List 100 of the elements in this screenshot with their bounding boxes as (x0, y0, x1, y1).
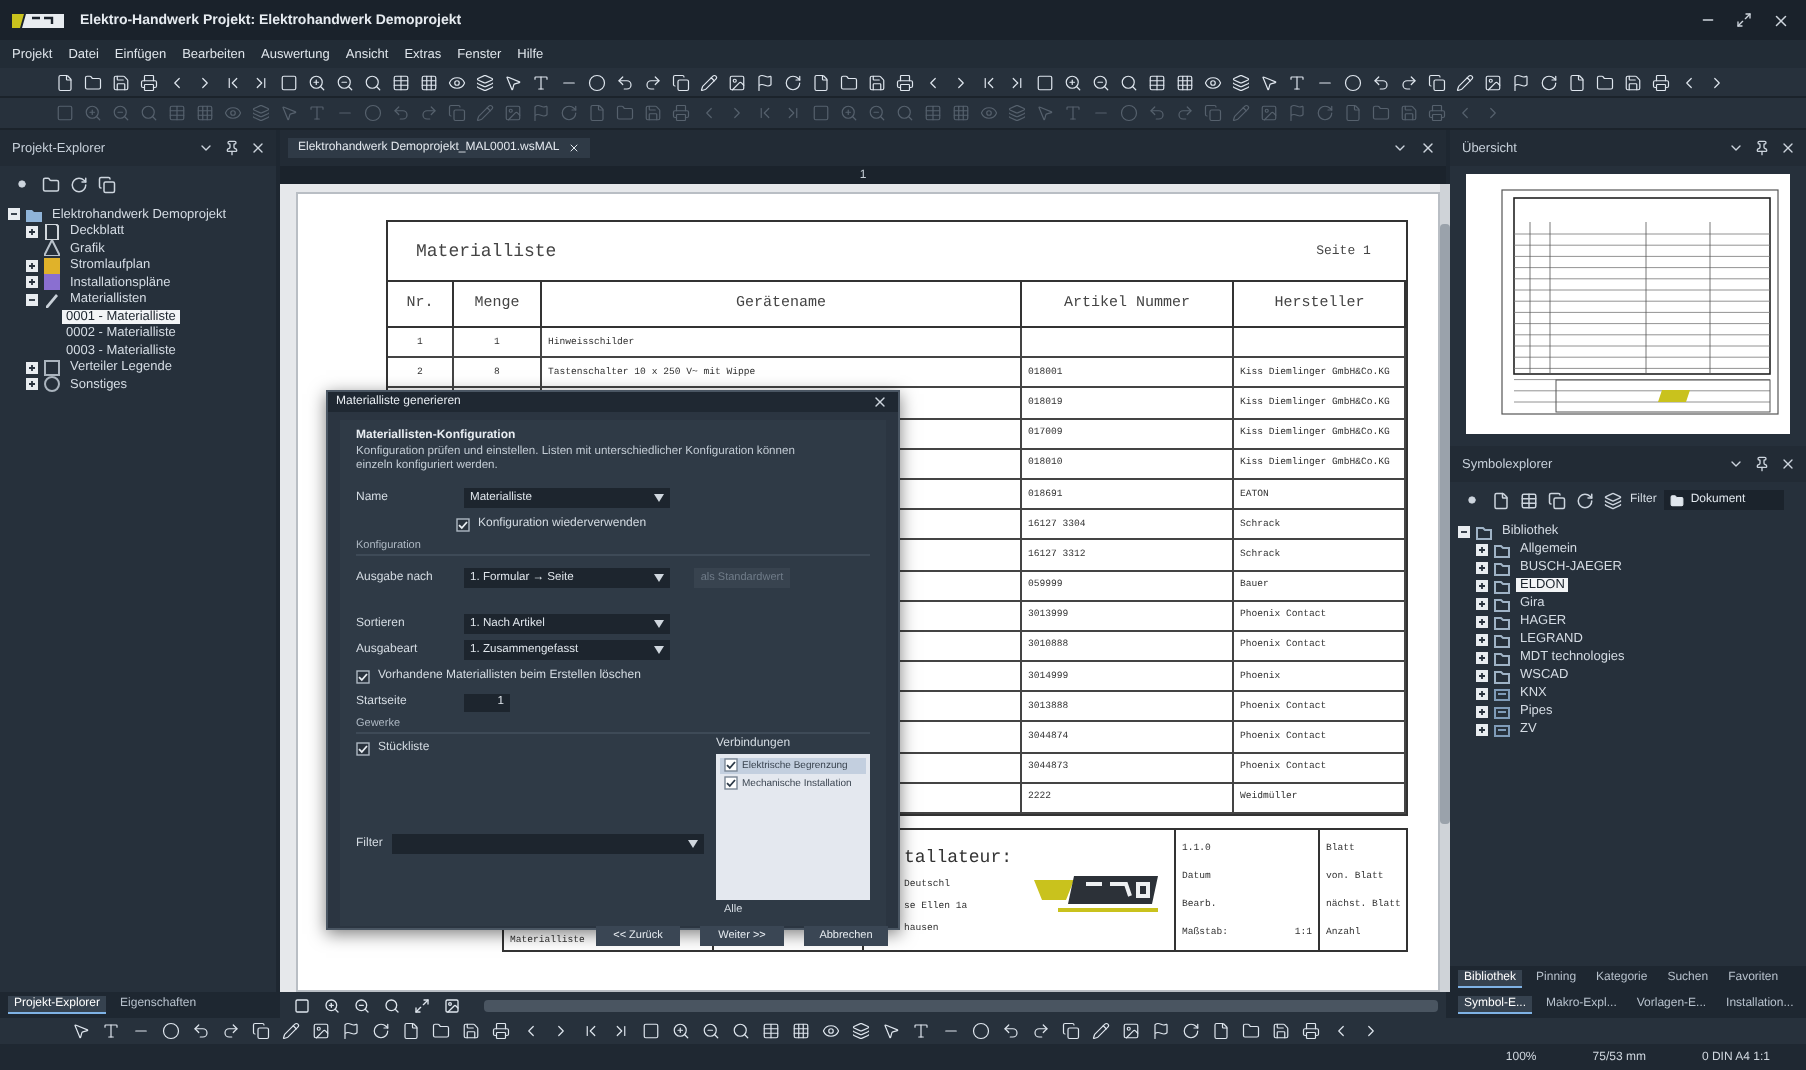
flag-icon[interactable] (752, 69, 778, 95)
file-icon[interactable] (1208, 1018, 1234, 1044)
close-icon[interactable] (1418, 138, 1438, 158)
dot-icon[interactable] (1462, 490, 1482, 510)
pin-icon[interactable] (1752, 454, 1772, 474)
close-icon[interactable] (1778, 454, 1798, 474)
copy-icon[interactable] (1424, 69, 1450, 95)
file-icon[interactable] (398, 1018, 424, 1044)
undo-icon[interactable] (188, 1018, 214, 1044)
printer-icon[interactable] (1298, 1018, 1324, 1044)
close-icon[interactable] (1770, 10, 1790, 30)
circle-icon[interactable] (968, 1018, 994, 1044)
expand-icon[interactable] (26, 259, 38, 272)
collapse-icon[interactable] (8, 208, 20, 221)
scrollbar[interactable] (1440, 184, 1451, 992)
expand-icon[interactable] (26, 361, 38, 374)
search-icon[interactable] (728, 1018, 754, 1044)
layers-icon[interactable] (1602, 490, 1622, 510)
printer-icon[interactable] (136, 69, 162, 95)
layers-icon[interactable] (848, 1018, 874, 1044)
expand-icon[interactable] (1476, 633, 1488, 645)
expand-icon[interactable] (1476, 669, 1488, 681)
circle-icon[interactable] (158, 1018, 184, 1044)
folder-icon[interactable] (1238, 1018, 1264, 1044)
checkbox[interactable] (456, 517, 470, 532)
folder-icon (1670, 493, 1685, 507)
undo-icon[interactable] (998, 1018, 1024, 1044)
printer-icon[interactable] (892, 69, 918, 95)
table-icon[interactable] (758, 1018, 784, 1044)
pencil-icon[interactable] (696, 69, 722, 95)
close-icon[interactable] (248, 138, 268, 158)
text-icon[interactable] (908, 1018, 934, 1044)
pin-icon[interactable] (1752, 138, 1772, 158)
pencil-icon[interactable] (1452, 69, 1478, 95)
folder-icon[interactable] (428, 1018, 454, 1044)
close-icon[interactable] (567, 142, 580, 154)
save-icon[interactable] (458, 1018, 484, 1044)
list-icon (44, 291, 60, 308)
expand-icon[interactable] (1476, 561, 1488, 573)
copy-icon[interactable] (96, 174, 116, 194)
flag-icon[interactable] (1508, 69, 1534, 95)
pin-icon[interactable] (222, 138, 242, 158)
image-icon[interactable] (1118, 1018, 1144, 1044)
file-icon[interactable] (808, 69, 834, 95)
refresh-icon[interactable] (1574, 490, 1594, 510)
expand-icon[interactable] (1476, 615, 1488, 627)
grid-icon[interactable] (788, 1018, 814, 1044)
file-icon[interactable] (52, 69, 78, 95)
expand-icon[interactable] (1476, 723, 1488, 735)
file-icon[interactable] (1490, 490, 1510, 510)
copy-icon[interactable] (248, 1018, 274, 1044)
circle-icon[interactable] (1340, 69, 1366, 95)
redo-icon[interactable] (218, 1018, 244, 1044)
printer-icon[interactable] (1648, 69, 1674, 95)
expand-icon[interactable] (26, 225, 38, 238)
refresh-icon[interactable] (68, 174, 88, 194)
horizontal-scrollbar[interactable] (484, 999, 1438, 1011)
close-icon[interactable] (870, 392, 890, 412)
expand-icon[interactable] (26, 276, 38, 289)
table-icon[interactable] (1518, 490, 1538, 510)
save-icon[interactable] (1268, 1018, 1294, 1044)
copy-icon[interactable] (668, 69, 694, 95)
expand-icon[interactable] (1476, 651, 1488, 663)
pencil-icon[interactable] (1088, 1018, 1114, 1044)
layers-icon[interactable] (472, 69, 498, 95)
dot-icon[interactable] (12, 174, 32, 194)
redo-icon[interactable] (1028, 1018, 1054, 1044)
collapse-icon[interactable] (1458, 525, 1470, 537)
file-icon[interactable] (1564, 69, 1590, 95)
checkbox[interactable] (356, 741, 370, 756)
copy-icon[interactable] (1546, 490, 1566, 510)
square-icon[interactable] (638, 1018, 664, 1044)
rotate-icon[interactable] (1178, 1018, 1204, 1044)
checkbox[interactable] (724, 758, 738, 773)
flag-icon[interactable] (1148, 1018, 1174, 1044)
folder-icon[interactable] (40, 174, 60, 194)
circle-icon[interactable] (584, 69, 610, 95)
flag-icon[interactable] (338, 1018, 364, 1044)
checkbox[interactable] (356, 669, 370, 684)
pointer-icon[interactable] (68, 1018, 94, 1044)
expand-icon[interactable] (1476, 579, 1488, 591)
close-icon[interactable] (1778, 138, 1798, 158)
pencil-icon[interactable] (278, 1018, 304, 1044)
collapse-icon[interactable] (26, 293, 38, 306)
expand-icon[interactable] (1476, 687, 1488, 699)
printer-icon[interactable] (488, 1018, 514, 1044)
expand-icon[interactable] (1476, 543, 1488, 555)
copy-icon[interactable] (1058, 1018, 1084, 1044)
checkbox[interactable] (724, 776, 738, 791)
expand-icon[interactable] (1476, 597, 1488, 609)
text-icon[interactable] (98, 1018, 124, 1044)
pointer-icon[interactable] (878, 1018, 904, 1044)
image-icon[interactable] (308, 1018, 334, 1044)
expand-icon[interactable] (26, 378, 38, 391)
zoom-in-icon[interactable] (668, 1018, 694, 1044)
maximize-icon[interactable] (1734, 10, 1754, 30)
layers-icon[interactable] (1228, 69, 1254, 95)
rotate-icon[interactable] (368, 1018, 394, 1044)
zoom-out-icon[interactable] (698, 1018, 724, 1044)
expand-icon[interactable] (1476, 705, 1488, 717)
